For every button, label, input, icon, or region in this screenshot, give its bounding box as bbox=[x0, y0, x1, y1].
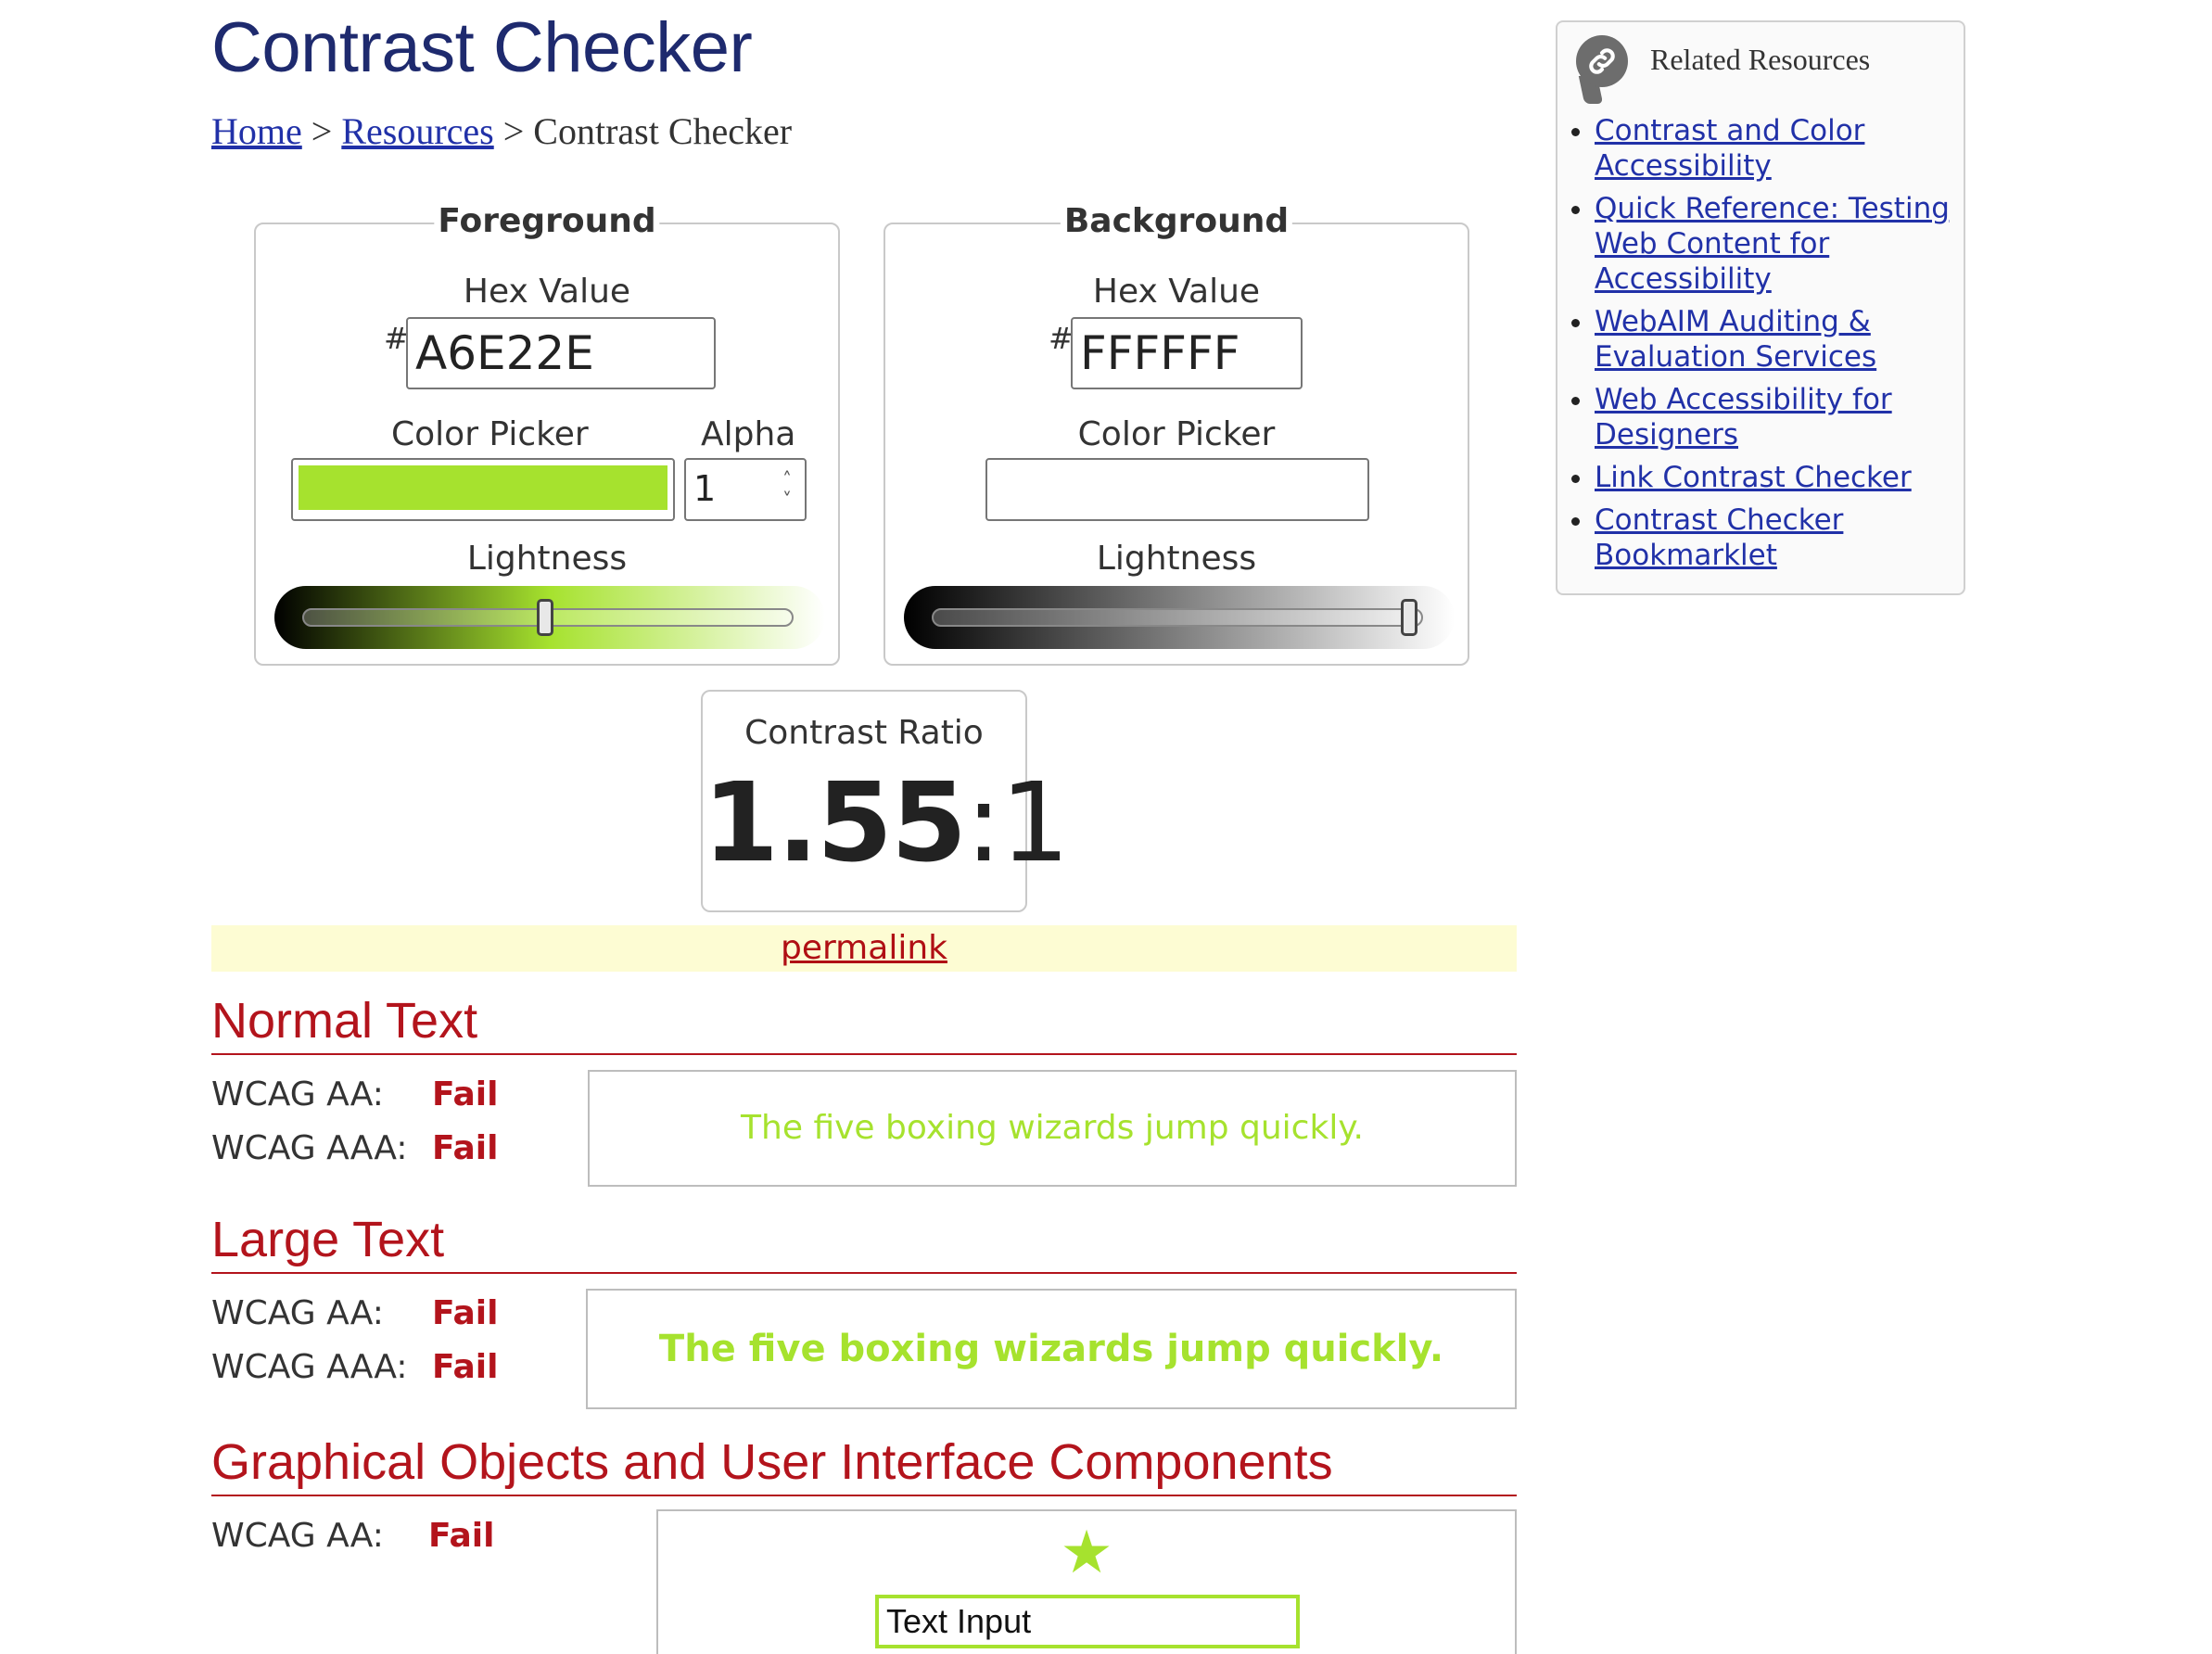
normal-text-aaa-label: WCAG AAA: bbox=[211, 1129, 408, 1167]
resource-link-auditing[interactable]: WebAIM Auditing & Evaluation Services bbox=[1595, 305, 1876, 374]
list-item: Link Contrast Checker bbox=[1595, 460, 1965, 495]
graphical-sample-box: ★ Text Input bbox=[656, 1509, 1517, 1654]
background-color-picker[interactable] bbox=[985, 458, 1369, 521]
list-item: Web Accessibility for Designers bbox=[1595, 382, 1965, 452]
background-lightness-slider[interactable] bbox=[904, 586, 1455, 649]
large-text-aaa-result: Fail bbox=[432, 1348, 499, 1386]
foreground-alpha-input[interactable]: 1 ˄ ˅ bbox=[684, 458, 807, 521]
normal-text-aa-label: WCAG AA: bbox=[211, 1075, 384, 1113]
large-text-aaa-label: WCAG AAA: bbox=[211, 1348, 408, 1386]
contrast-ratio-number: 1.55 bbox=[703, 758, 967, 886]
resource-link-quick-reference[interactable]: Quick Reference: Testing Web Content for… bbox=[1595, 192, 1950, 296]
normal-text-aaa-result: Fail bbox=[432, 1129, 499, 1167]
foreground-hash-symbol: # bbox=[384, 321, 409, 356]
page-title: Contrast Checker bbox=[211, 8, 753, 87]
breadcrumb-separator: > bbox=[502, 110, 525, 152]
breadcrumb-current: Contrast Checker bbox=[533, 110, 793, 152]
star-icon: ★ bbox=[1060, 1519, 1113, 1587]
related-resources-title: Related Resources bbox=[1650, 43, 1871, 76]
background-hash-symbol: # bbox=[1049, 321, 1074, 356]
breadcrumb: Home > Resources > Contrast Checker bbox=[211, 109, 792, 153]
background-panel: Background Hex Value # FFFFFF Color Pick… bbox=[884, 202, 1469, 666]
page: Contrast Checker Home > Resources > Cont… bbox=[0, 0, 2212, 1654]
foreground-color-swatch bbox=[299, 465, 667, 510]
large-text-sample-box: The five boxing wizards jump quickly. bbox=[586, 1289, 1517, 1409]
breadcrumb-separator: > bbox=[311, 110, 333, 152]
background-hex-input[interactable]: FFFFFF bbox=[1071, 317, 1303, 389]
large-text-heading: Large Text bbox=[211, 1211, 1517, 1274]
normal-text-aa-result: Fail bbox=[432, 1075, 499, 1113]
foreground-panel: Foreground Hex Value # A6E22E Color Pick… bbox=[254, 202, 840, 666]
breadcrumb-home-link[interactable]: Home bbox=[211, 110, 302, 152]
background-lightness-rail bbox=[932, 608, 1423, 627]
resource-link-bookmarklet[interactable]: Contrast Checker Bookmarklet bbox=[1595, 503, 1843, 572]
background-lightness-label: Lightness bbox=[1096, 540, 1257, 578]
foreground-lightness-label: Lightness bbox=[466, 540, 628, 578]
permalink-link[interactable]: permalink bbox=[781, 929, 947, 967]
foreground-alpha-label: Alpha bbox=[701, 415, 796, 453]
resource-link-designers[interactable]: Web Accessibility for Designers bbox=[1595, 383, 1892, 452]
contrast-ratio-value: 1.55:1 bbox=[703, 758, 1070, 886]
list-item: WebAIM Auditing & Evaluation Services bbox=[1595, 304, 1965, 375]
large-text-aa-result: Fail bbox=[432, 1294, 499, 1332]
normal-text-heading: Normal Text bbox=[211, 992, 1517, 1055]
list-item: Quick Reference: Testing Web Content for… bbox=[1595, 191, 1965, 297]
breadcrumb-resources-link[interactable]: Resources bbox=[341, 110, 493, 152]
foreground-color-picker[interactable] bbox=[291, 458, 675, 521]
text-input-value: Text Input bbox=[886, 1602, 1032, 1640]
foreground-lightness-thumb[interactable] bbox=[537, 599, 553, 636]
foreground-color-picker-label: Color Picker bbox=[391, 415, 589, 453]
foreground-hex-input[interactable]: A6E22E bbox=[406, 317, 716, 389]
background-lightness-thumb[interactable] bbox=[1401, 599, 1417, 636]
list-item: Contrast and Color Accessibility bbox=[1595, 113, 1965, 184]
resource-link-contrast-color[interactable]: Contrast and Color Accessibility bbox=[1595, 114, 1864, 183]
foreground-legend: Foreground bbox=[434, 202, 660, 240]
normal-text-sample: The five boxing wizards jump quickly. bbox=[741, 1109, 1364, 1147]
foreground-lightness-slider[interactable] bbox=[274, 586, 825, 649]
background-color-swatch bbox=[993, 465, 1362, 510]
alpha-spinner-icon[interactable]: ˄ ˅ bbox=[775, 469, 799, 512]
contrast-ratio-suffix: :1 bbox=[965, 758, 1070, 886]
large-text-aa-label: WCAG AA: bbox=[211, 1294, 384, 1332]
foreground-alpha-value: 1 bbox=[693, 468, 717, 509]
related-resources-list: Contrast and Color Accessibility Quick R… bbox=[1557, 113, 1965, 580]
permalink-bar: permalink bbox=[211, 925, 1517, 972]
graphical-objects-heading: Graphical Objects and User Interface Com… bbox=[211, 1433, 1517, 1496]
graphical-aa-label: WCAG AA: bbox=[211, 1517, 384, 1555]
background-color-picker-label: Color Picker bbox=[1077, 415, 1276, 453]
foreground-hex-label: Hex Value bbox=[463, 273, 631, 311]
link-icon bbox=[1576, 35, 1628, 87]
list-item: Contrast Checker Bookmarklet bbox=[1595, 503, 1965, 573]
background-legend: Background bbox=[1060, 202, 1293, 240]
graphical-aa-result: Fail bbox=[428, 1517, 495, 1555]
normal-text-sample-box: The five boxing wizards jump quickly. bbox=[588, 1070, 1517, 1187]
contrast-ratio-box: Contrast Ratio 1.55:1 bbox=[701, 690, 1070, 912]
text-input-sample[interactable]: Text Input bbox=[875, 1595, 1300, 1648]
large-text-sample: The five boxing wizards jump quickly. bbox=[658, 1328, 1444, 1370]
background-hex-label: Hex Value bbox=[1092, 273, 1261, 311]
resource-link-link-contrast-checker[interactable]: Link Contrast Checker bbox=[1595, 461, 1912, 494]
related-resources-sidebar: Related Resources Contrast and Color Acc… bbox=[1556, 20, 1965, 595]
contrast-ratio-label: Contrast Ratio bbox=[744, 714, 984, 752]
